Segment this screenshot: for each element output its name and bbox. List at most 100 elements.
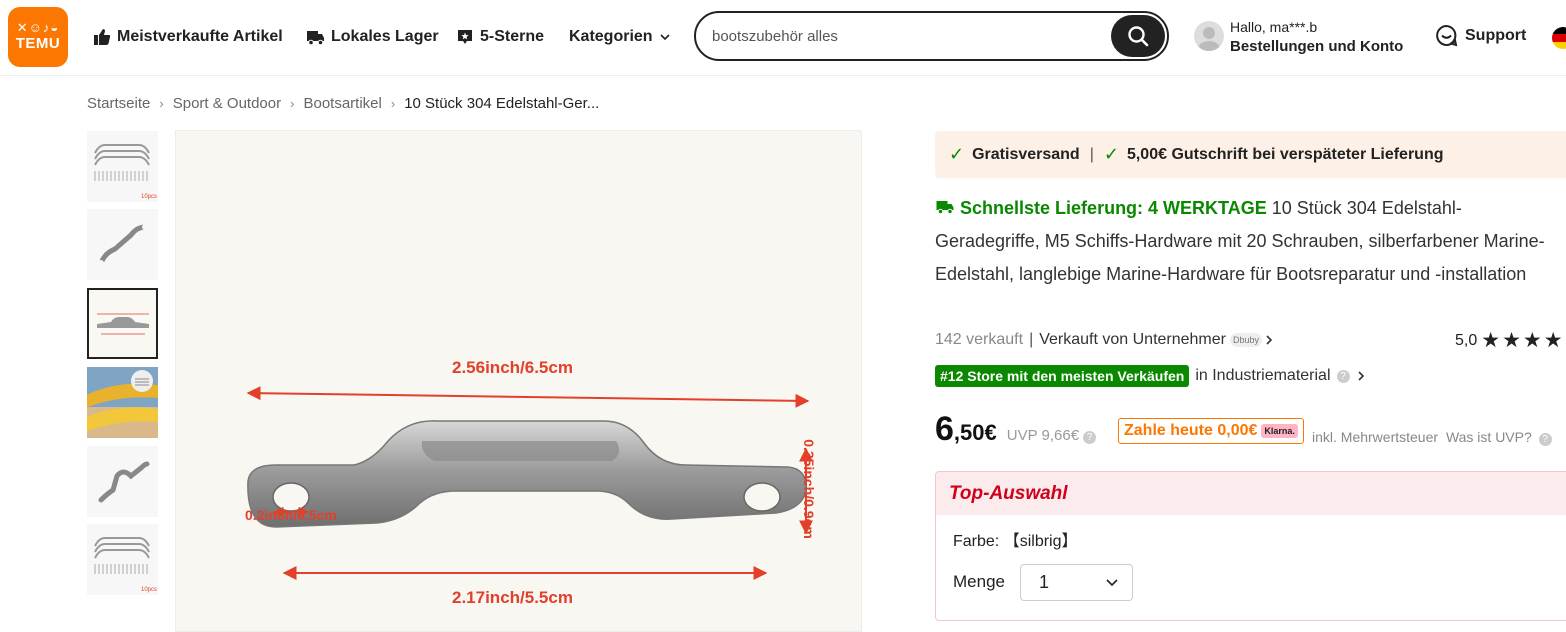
uvp-value: 9,66€ xyxy=(1041,427,1080,444)
divider: | xyxy=(1089,145,1094,163)
handle-angled-image xyxy=(98,224,148,266)
breadcrumb-separator-icon: › xyxy=(159,96,164,111)
nav-label: Meistverkaufte Artikel xyxy=(117,28,283,45)
logo-text: TEMU xyxy=(15,35,61,52)
info-icon[interactable]: ? xyxy=(1336,369,1350,383)
search-button[interactable] xyxy=(1111,15,1165,57)
dimension-hole-label: 0.2inch/0.5cm xyxy=(245,507,337,523)
support-label: Support xyxy=(1465,26,1527,44)
product-title-block: Schnellste Lieferung: 4 WERKTAGE 10 Stüc… xyxy=(935,192,1560,291)
color-value[interactable]: 【silbrig】 xyxy=(1004,533,1078,550)
fastest-delivery-text: Schnellste Lieferung: 4 WERKTAGE xyxy=(960,198,1267,218)
quantity-value: 1 xyxy=(1039,572,1050,592)
dimension-height-label: 0.35inch/0.9cm xyxy=(800,439,817,539)
price-row: 6 ,50€ UVP 9,66€ ? xyxy=(935,410,1097,449)
search-bar xyxy=(694,11,1169,61)
star-badge-icon xyxy=(458,30,472,44)
quantity-label: Menge xyxy=(953,572,1005,591)
rating[interactable]: 5,0 ★★★★★ xyxy=(1455,329,1566,352)
check-icon: ✓ xyxy=(1103,144,1119,164)
handles-set-image: 10pcs xyxy=(94,144,157,200)
nav-bestsellers[interactable]: Meistverkaufte Artikel xyxy=(93,26,283,48)
quantity-select[interactable]: 1 xyxy=(1020,564,1133,601)
uvp-label: UVP xyxy=(1006,427,1038,444)
breadcrumb-home[interactable]: Startseite xyxy=(87,95,150,112)
temu-logo[interactable]: ✕☺♪◒ TEMU xyxy=(8,7,68,67)
thumbs-up-icon xyxy=(94,29,111,45)
main-product-image[interactable]: 2.56inch/6.5cm 2.17inch/5.5cm 0.2inch/0.… xyxy=(175,130,862,632)
breadcrumb-sport[interactable]: Sport & Outdoor xyxy=(173,95,281,112)
svg-text:10pcs: 10pcs xyxy=(141,587,157,593)
logo-icons: ✕☺♪◒ xyxy=(16,20,60,35)
nav-local-warehouse[interactable]: Lokales Lager xyxy=(306,26,439,48)
nav-label: Lokales Lager xyxy=(331,28,439,45)
dimension-bottom-label: 2.17inch/5.5cm xyxy=(452,588,573,607)
uvp-question-info-icon[interactable]: ? xyxy=(1538,433,1552,446)
tax-info: inkl. Mehrwertsteuer Was ist UVP? ? xyxy=(1312,429,1552,446)
search-icon xyxy=(1128,26,1149,47)
thumbnail-6[interactable]: 10pcs xyxy=(87,524,158,595)
support-link[interactable]: Support xyxy=(1435,24,1526,47)
language-flag-icon[interactable] xyxy=(1552,27,1566,49)
store-rank-badge: #12 Store mit den meisten Verkäufen xyxy=(935,365,1190,387)
account-greeting: Hallo, ma***.b xyxy=(1230,19,1318,35)
chevron-right-icon xyxy=(1357,371,1364,381)
klarna-logo: Klarna. xyxy=(1261,424,1298,438)
klarna-pay-later-badge[interactable]: Zahle heute 0,00€ Klarna. xyxy=(1118,418,1304,444)
store-rank-row[interactable]: #12 Store mit den meisten Verkäufen in I… xyxy=(935,365,1366,387)
price-rest: ,50€ xyxy=(953,420,997,445)
svg-text:10pcs: 10pcs xyxy=(141,194,157,200)
rating-value: 5,0 xyxy=(1455,332,1478,349)
truck-icon xyxy=(936,201,954,215)
sales-meta: 142 verkauft | Verkauft von Unternehmer … xyxy=(935,331,1274,349)
chevron-down-icon xyxy=(1106,579,1118,587)
account-label: Bestellungen und Konto xyxy=(1230,38,1404,55)
handle-dimension-image xyxy=(89,290,156,357)
top-selection-title: Top-Auswahl xyxy=(936,472,1566,515)
nav-label: 5-Sterne xyxy=(480,28,545,45)
tax-text: inkl. Mehrwertsteuer xyxy=(1312,429,1439,445)
shipping-benefits-bar: ✓ Gratisversand | ✓ 5,00€ Gutschrift bei… xyxy=(935,131,1566,178)
nav-five-stars[interactable]: 5-Sterne xyxy=(456,26,544,48)
support-chat-icon xyxy=(1436,24,1458,47)
truck-icon xyxy=(307,31,324,46)
seller-link[interactable]: Verkauft von Unternehmer xyxy=(1039,331,1226,349)
breadcrumb-boat[interactable]: Bootsartikel xyxy=(303,95,381,112)
thumbnail-5[interactable] xyxy=(87,446,158,517)
search-input[interactable] xyxy=(712,25,1092,47)
chevron-right-icon[interactable] xyxy=(1264,334,1274,346)
kayak-scene-image xyxy=(87,367,158,438)
thumbnail-3-active[interactable] xyxy=(87,288,158,359)
breadcrumb: Startseite › Sport & Outdoor › Bootsarti… xyxy=(87,95,599,112)
check-icon: ✓ xyxy=(949,144,965,164)
store-rank-category: in Industriematerial xyxy=(1195,367,1331,384)
free-shipping-text: Gratisversand xyxy=(972,145,1080,163)
thumbnail-1[interactable]: 10pcs xyxy=(87,131,158,202)
rating-stars-icon: ★★★★★ xyxy=(1481,329,1566,352)
uvp-price: UVP 9,66€ xyxy=(1007,427,1079,444)
handles-set-image: 10pcs xyxy=(94,537,157,593)
handle-drawing xyxy=(246,386,813,580)
thumbnail-4[interactable] xyxy=(87,367,158,438)
late-delivery-credit-text: 5,00€ Gutschrift bei verspäteter Lieferu… xyxy=(1126,145,1444,163)
breadcrumb-separator-icon: › xyxy=(290,96,295,111)
klarna-text: Zahle heute 0,00€ xyxy=(1124,422,1258,439)
sold-count: 142 verkauft xyxy=(935,331,1024,348)
nav-categories[interactable]: Kategorien xyxy=(569,26,671,48)
seller-logo[interactable]: Dbuby xyxy=(1229,333,1262,347)
handle-side-image xyxy=(98,461,150,503)
thumbnail-2[interactable] xyxy=(87,209,158,280)
breadcrumb-separator-icon: › xyxy=(390,96,396,111)
top-selection-box: Top-Auswahl Farbe: 【silbrig】 Menge 1 xyxy=(935,471,1566,621)
top-header: ✕☺♪◒ TEMU Meistverkaufte Artikel Lokales… xyxy=(0,0,1566,76)
nav-label: Kategorien xyxy=(569,28,653,45)
color-label: Farbe: xyxy=(953,533,1000,550)
uvp-question-link[interactable]: Was ist UVP? xyxy=(1446,429,1532,445)
breadcrumb-current: 10 Stück 304 Edelstahl-Ger... xyxy=(404,95,600,112)
avatar xyxy=(1194,21,1224,51)
divider: | xyxy=(1029,331,1034,348)
price-main: 6 xyxy=(935,410,954,448)
chevron-down-icon xyxy=(660,34,670,41)
uvp-info-icon[interactable]: ? xyxy=(1083,431,1097,444)
dimension-top-label: 2.56inch/6.5cm xyxy=(452,358,573,377)
